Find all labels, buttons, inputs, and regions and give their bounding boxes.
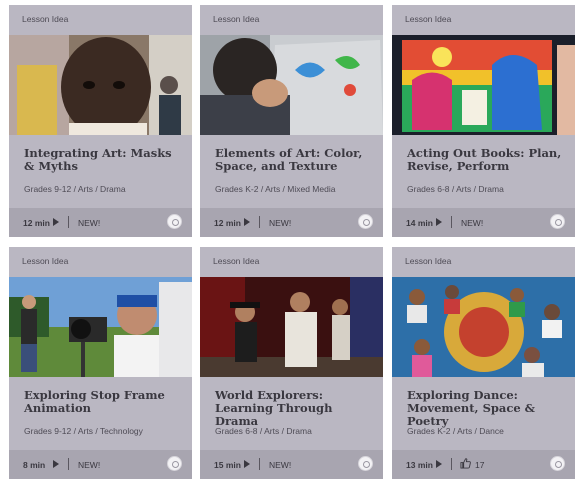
lesson-title[interactable]: Elements of Art: Color, Space, and Textu… bbox=[215, 147, 375, 173]
video-duration: 15 min bbox=[214, 460, 241, 470]
stage-thumbnail-image bbox=[200, 277, 383, 377]
divider bbox=[68, 458, 69, 470]
divider bbox=[68, 216, 69, 228]
divider bbox=[259, 216, 260, 228]
lesson-card[interactable]: Lesson Idea Acting Out Books: Plan, Revi… bbox=[392, 5, 575, 237]
new-badge: NEW! bbox=[269, 218, 292, 228]
camera-thumbnail-image bbox=[9, 277, 192, 377]
thumbs-up-icon[interactable] bbox=[460, 458, 471, 469]
video-thumbnail[interactable] bbox=[200, 35, 383, 135]
video-thumbnail[interactable] bbox=[392, 277, 575, 377]
video-duration: 12 min bbox=[23, 218, 50, 228]
play-icon[interactable] bbox=[53, 218, 59, 226]
video-thumbnail[interactable] bbox=[9, 277, 192, 377]
video-thumbnail[interactable] bbox=[200, 277, 383, 377]
card-type-label: Lesson Idea bbox=[22, 14, 69, 24]
video-duration: 14 min bbox=[406, 218, 433, 228]
play-icon[interactable] bbox=[244, 460, 250, 468]
video-duration: 12 min bbox=[214, 218, 241, 228]
divider bbox=[259, 458, 260, 470]
lesson-grades: Grades 6-8 / Arts / Drama bbox=[215, 426, 312, 436]
lesson-card[interactable]: Lesson Idea Integrating Art: Masks & Myt… bbox=[9, 5, 192, 237]
lesson-title[interactable]: Exploring Stop Frame Animation bbox=[24, 389, 184, 415]
lesson-card[interactable]: Lesson Idea Exploring Dance: Movement, S… bbox=[392, 247, 575, 479]
lesson-card[interactable]: Lesson Idea World Explorers: Learning Th… bbox=[200, 247, 383, 479]
video-thumbnail[interactable] bbox=[9, 35, 192, 135]
new-badge: NEW! bbox=[269, 460, 292, 470]
video-thumbnail[interactable] bbox=[392, 35, 575, 135]
card-footer: 13 min 17 bbox=[392, 450, 575, 479]
card-type-label: Lesson Idea bbox=[213, 256, 260, 266]
lesson-card[interactable]: Lesson Idea Elements of Art: Color, Spac… bbox=[200, 5, 383, 237]
video-duration: 8 min bbox=[23, 460, 46, 470]
card-footer: 14 min NEW! bbox=[392, 208, 575, 237]
logo-icon bbox=[358, 456, 373, 471]
lesson-grades: Grades 9-12 / Arts / Drama bbox=[24, 184, 126, 194]
lesson-grades: Grades 6-8 / Arts / Drama bbox=[407, 184, 504, 194]
lesson-title[interactable]: Integrating Art: Masks & Myths bbox=[24, 147, 184, 173]
play-icon[interactable] bbox=[53, 460, 59, 468]
foil-art-thumbnail-image bbox=[200, 35, 383, 135]
lesson-title[interactable]: World Explorers: Learning Through Drama bbox=[215, 389, 375, 428]
new-badge: NEW! bbox=[461, 218, 484, 228]
lesson-grades: Grades K-2 / Arts / Mixed Media bbox=[215, 184, 336, 194]
card-footer: 12 min NEW! bbox=[9, 208, 192, 237]
card-footer: 12 min NEW! bbox=[200, 208, 383, 237]
card-footer: 8 min NEW! bbox=[9, 450, 192, 479]
logo-icon bbox=[550, 456, 565, 471]
card-footer: 15 min NEW! bbox=[200, 450, 383, 479]
picture-book-thumbnail-image bbox=[392, 35, 575, 135]
new-badge: NEW! bbox=[78, 218, 101, 228]
play-icon[interactable] bbox=[436, 460, 442, 468]
play-icon[interactable] bbox=[436, 218, 442, 226]
lesson-grid: Lesson Idea Integrating Art: Masks & Myt… bbox=[0, 0, 584, 486]
card-type-label: Lesson Idea bbox=[405, 14, 452, 24]
logo-icon bbox=[167, 214, 182, 229]
card-type-label: Lesson Idea bbox=[22, 256, 69, 266]
logo-icon bbox=[358, 214, 373, 229]
video-duration: 13 min bbox=[406, 460, 433, 470]
divider bbox=[451, 458, 452, 470]
like-count: 17 bbox=[475, 460, 485, 470]
lesson-title[interactable]: Acting Out Books: Plan, Revise, Perform bbox=[407, 147, 567, 173]
mask-thumbnail-image bbox=[9, 35, 192, 135]
logo-icon bbox=[167, 456, 182, 471]
play-icon[interactable] bbox=[244, 218, 250, 226]
card-type-label: Lesson Idea bbox=[405, 256, 452, 266]
divider bbox=[451, 216, 452, 228]
lesson-card[interactable]: Lesson Idea Exploring Stop Frame Animati… bbox=[9, 247, 192, 479]
new-badge: NEW! bbox=[78, 460, 101, 470]
lesson-grades: Grades K-2 / Arts / Dance bbox=[407, 426, 504, 436]
lesson-grades: Grades 9-12 / Arts / Technology bbox=[24, 426, 143, 436]
dance-circle-thumbnail-image bbox=[392, 277, 575, 377]
lesson-title[interactable]: Exploring Dance: Movement, Space & Poetr… bbox=[407, 389, 567, 428]
card-type-label: Lesson Idea bbox=[213, 14, 260, 24]
logo-icon bbox=[550, 214, 565, 229]
